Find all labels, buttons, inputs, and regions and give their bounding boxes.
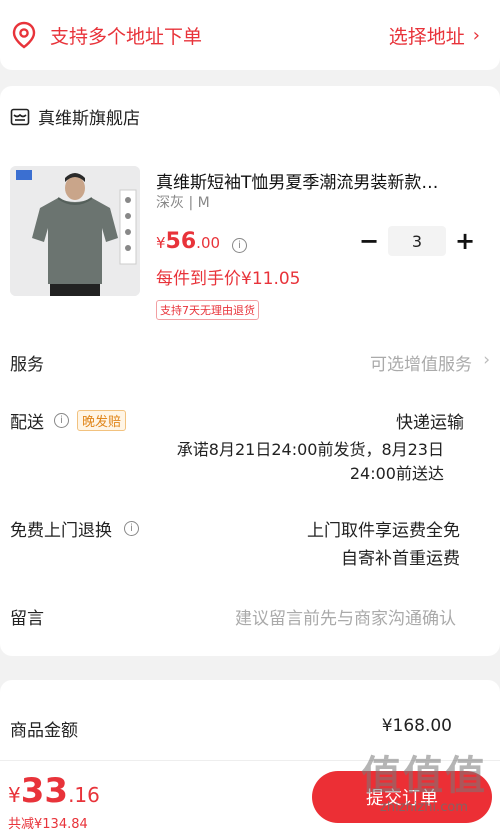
decrease-button[interactable]: − [356, 227, 382, 255]
service-row[interactable]: 服务 可选增值服务 › [10, 350, 490, 376]
return-line1: 上门取件享运费全免 [307, 521, 460, 541]
delivery-row: 配送 i 晚发赔 快递运输 承诺8月21日24:00前发货，8月23日 24:0… [10, 408, 490, 483]
order-card: 真维斯旗舰店 真维斯短袖T恤男夏季潮流男装新款… 深灰 | M ¥ 56 .00… [0, 86, 500, 656]
amount-label: 商品金额 [10, 721, 78, 741]
service-label: 服务 [10, 355, 44, 375]
total-integer: 33 [20, 771, 69, 811]
delivery-promise-line2: 24:00前送达 [349, 464, 444, 483]
choose-address-label: 选择地址 [388, 25, 465, 48]
product-spec[interactable]: 深灰 | M [156, 192, 210, 212]
delivery-method: 快递运输 [396, 413, 464, 433]
message-input[interactable]: 建议留言前先与商家沟通确认 [235, 604, 456, 629]
amount-card: 商品金额 ¥168.00 [0, 680, 500, 770]
tshirt-image [10, 166, 140, 296]
free-return-label: 免费上门退换 [10, 521, 112, 541]
info-icon[interactable]: i [124, 521, 139, 536]
chevron-right-icon: › [483, 350, 490, 370]
free-return-row: 免费上门退换 i 上门取件享运费全免 自寄补首重运费 [10, 516, 490, 572]
quantity-input[interactable]: 3 [388, 226, 446, 256]
saved-amount: 共减¥134.84 [8, 817, 88, 831]
message-row[interactable]: 留言 建议留言前先与商家沟通确认 [10, 604, 490, 630]
late-compensation-tag[interactable]: 晚发赔 [77, 410, 127, 431]
product-image[interactable] [10, 166, 140, 296]
increase-button[interactable]: + [452, 227, 478, 255]
quantity-stepper: − 3 + [356, 226, 478, 256]
shop-header[interactable]: 真维斯旗舰店 [10, 104, 140, 129]
product-title[interactable]: 真维斯短袖T恤男夏季潮流男装新款… [156, 168, 446, 193]
price-integer: 56 [165, 229, 197, 254]
amount-value: ¥168.00 [381, 716, 452, 736]
address-bar[interactable]: 支持多个地址下单 选择地址 › [0, 0, 500, 70]
each-price: 每件到手价¥11.05 [156, 269, 301, 289]
price-currency: ¥ [156, 234, 166, 252]
address-hint: 支持多个地址下单 [50, 25, 203, 48]
return-line2: 自寄补首重运费 [341, 549, 460, 569]
delivery-label: 配送 [10, 413, 44, 433]
location-pin-icon [12, 21, 36, 49]
total-decimal: .16 [68, 783, 100, 807]
choose-address-button[interactable]: 选择地址 › [389, 22, 480, 49]
return-policy-badge: 支持7天无理由退货 [156, 300, 259, 320]
info-icon[interactable]: i [232, 238, 248, 253]
price-decimal: .00 [196, 234, 221, 252]
shop-icon [10, 108, 30, 125]
submit-order-button[interactable]: 提交订单 [312, 771, 492, 823]
free-return-label-group: 免费上门退换 i [10, 516, 139, 541]
delivery-label-group: 配送 i 晚发赔 [10, 408, 127, 433]
chevron-right-icon: › [472, 24, 480, 46]
checkout-footer: ¥ 33 .16 共减¥134.84 提交订单 [0, 760, 500, 831]
info-icon[interactable]: i [54, 413, 69, 428]
service-value: 可选增值服务 [370, 355, 472, 375]
product-price: ¥ 56 .00 i [156, 229, 248, 254]
delivery-promise-line1: 承诺8月21日24:00前发货，8月23日 [176, 440, 444, 459]
shop-name: 真维斯旗舰店 [38, 109, 140, 129]
total-currency: ¥ [8, 783, 21, 807]
message-label: 留言 [10, 609, 44, 629]
total-price: ¥ 33 .16 [8, 771, 100, 811]
